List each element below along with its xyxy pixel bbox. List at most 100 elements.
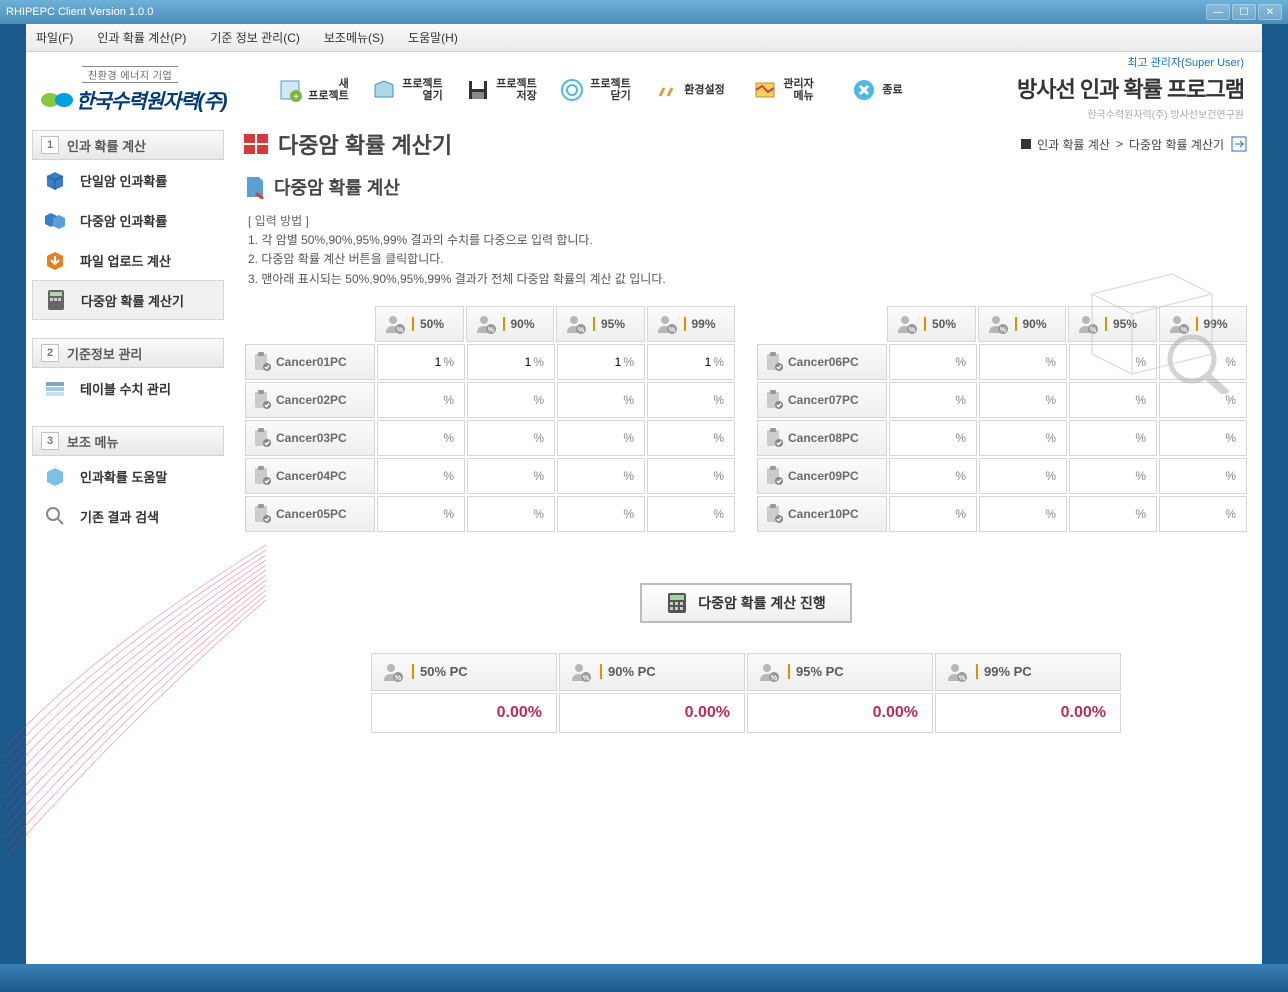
input-cell[interactable]: % xyxy=(557,496,645,532)
input-cell[interactable]: % xyxy=(377,420,465,456)
input-cell[interactable]: % xyxy=(1069,458,1157,494)
percent-input[interactable] xyxy=(1173,431,1223,445)
percent-input[interactable] xyxy=(1083,507,1133,521)
input-cell[interactable]: % xyxy=(1069,344,1157,380)
percent-input[interactable] xyxy=(661,393,711,407)
sidebar-item[interactable]: 파일 업로드 계산 xyxy=(32,240,224,280)
percent-input[interactable] xyxy=(1173,355,1223,369)
percent-input[interactable] xyxy=(1083,393,1133,407)
input-cell[interactable]: % xyxy=(979,344,1067,380)
percent-input[interactable] xyxy=(481,469,531,483)
input-cell[interactable]: % xyxy=(377,382,465,418)
percent-input[interactable] xyxy=(391,355,441,369)
sidebar-item[interactable]: 기존 결과 검색 xyxy=(32,496,224,536)
percent-input[interactable] xyxy=(1173,507,1223,521)
input-cell[interactable]: % xyxy=(889,458,977,494)
input-cell[interactable]: % xyxy=(377,458,465,494)
percent-input[interactable] xyxy=(661,431,711,445)
input-cell[interactable]: % xyxy=(1069,382,1157,418)
input-cell[interactable]: % xyxy=(467,458,555,494)
input-cell[interactable]: % xyxy=(467,496,555,532)
input-cell[interactable]: % xyxy=(889,420,977,456)
percent-input[interactable] xyxy=(1173,469,1223,483)
input-cell[interactable]: % xyxy=(647,458,735,494)
percent-input[interactable] xyxy=(1083,469,1133,483)
input-cell[interactable]: % xyxy=(557,420,645,456)
percent-input[interactable] xyxy=(661,355,711,369)
open-project-button[interactable]: 프로젝트 열기 xyxy=(361,67,453,113)
percent-input[interactable] xyxy=(1083,431,1133,445)
admin-menu-button[interactable]: 관리자 메뉴 xyxy=(737,67,829,113)
percent-input[interactable] xyxy=(391,393,441,407)
percent-input[interactable] xyxy=(571,431,621,445)
percent-input[interactable] xyxy=(903,355,953,369)
input-cell[interactable]: % xyxy=(647,344,735,380)
input-cell[interactable]: % xyxy=(1159,344,1247,380)
percent-input[interactable] xyxy=(993,393,1043,407)
percent-input[interactable] xyxy=(903,431,953,445)
breadcrumb-link-icon[interactable] xyxy=(1230,135,1248,153)
input-cell[interactable]: % xyxy=(1159,420,1247,456)
menu-file[interactable]: 파일(F) xyxy=(36,29,73,46)
menu-calc[interactable]: 인과 확률 계산(P) xyxy=(97,29,186,46)
minimize-button[interactable]: — xyxy=(1206,4,1230,20)
input-cell[interactable]: % xyxy=(1069,420,1157,456)
percent-input[interactable] xyxy=(571,355,621,369)
input-cell[interactable]: % xyxy=(979,382,1067,418)
input-cell[interactable]: % xyxy=(889,382,977,418)
input-cell[interactable]: % xyxy=(889,496,977,532)
settings-button[interactable]: 환경설정 xyxy=(643,67,735,113)
percent-input[interactable] xyxy=(391,469,441,483)
input-cell[interactable]: % xyxy=(647,382,735,418)
input-cell[interactable]: % xyxy=(377,344,465,380)
input-cell[interactable]: % xyxy=(557,382,645,418)
menu-info[interactable]: 기준 정보 관리(C) xyxy=(210,29,300,46)
percent-input[interactable] xyxy=(1083,355,1133,369)
sidebar-item[interactable]: 인과확률 도움말 xyxy=(32,456,224,496)
percent-input[interactable] xyxy=(903,393,953,407)
menu-help[interactable]: 도움말(H) xyxy=(408,29,458,46)
percent-input[interactable] xyxy=(1173,393,1223,407)
input-cell[interactable]: % xyxy=(1159,496,1247,532)
input-cell[interactable]: % xyxy=(467,344,555,380)
percent-input[interactable] xyxy=(481,507,531,521)
input-cell[interactable]: % xyxy=(647,420,735,456)
percent-input[interactable] xyxy=(661,469,711,483)
percent-input[interactable] xyxy=(391,507,441,521)
maximize-button[interactable]: ☐ xyxy=(1232,4,1256,20)
sidebar-item[interactable]: 단일암 인과확률 xyxy=(32,160,224,200)
save-project-button[interactable]: 프로젝트 저장 xyxy=(455,67,547,113)
input-cell[interactable]: % xyxy=(377,496,465,532)
input-cell[interactable]: % xyxy=(467,382,555,418)
menu-sub[interactable]: 보조메뉴(S) xyxy=(324,29,384,46)
percent-input[interactable] xyxy=(903,507,953,521)
input-cell[interactable]: % xyxy=(979,496,1067,532)
percent-input[interactable] xyxy=(993,469,1043,483)
percent-input[interactable] xyxy=(993,355,1043,369)
percent-input[interactable] xyxy=(903,469,953,483)
percent-input[interactable] xyxy=(661,507,711,521)
input-cell[interactable]: % xyxy=(1159,382,1247,418)
input-cell[interactable]: % xyxy=(979,420,1067,456)
sidebar-item[interactable]: 다중암 확률 계산기 xyxy=(32,280,224,320)
input-cell[interactable]: % xyxy=(557,458,645,494)
input-cell[interactable]: % xyxy=(1159,458,1247,494)
input-cell[interactable]: % xyxy=(557,344,645,380)
os-taskbar[interactable] xyxy=(0,964,1288,992)
input-cell[interactable]: % xyxy=(889,344,977,380)
sidebar-item[interactable]: 다중암 인과확률 xyxy=(32,200,224,240)
percent-input[interactable] xyxy=(481,355,531,369)
calculate-button[interactable]: 다중암 확률 계산 진행 xyxy=(640,583,852,623)
percent-input[interactable] xyxy=(481,393,531,407)
new-project-button[interactable]: +새 프로젝트 xyxy=(267,67,359,113)
close-button[interactable]: ✕ xyxy=(1258,4,1282,20)
input-cell[interactable]: % xyxy=(1069,496,1157,532)
percent-input[interactable] xyxy=(571,469,621,483)
percent-input[interactable] xyxy=(571,507,621,521)
input-cell[interactable]: % xyxy=(467,420,555,456)
percent-input[interactable] xyxy=(481,431,531,445)
percent-input[interactable] xyxy=(993,507,1043,521)
exit-button[interactable]: 종료 xyxy=(831,67,923,113)
close-project-button[interactable]: 프로젝트 닫기 xyxy=(549,67,641,113)
percent-input[interactable] xyxy=(571,393,621,407)
